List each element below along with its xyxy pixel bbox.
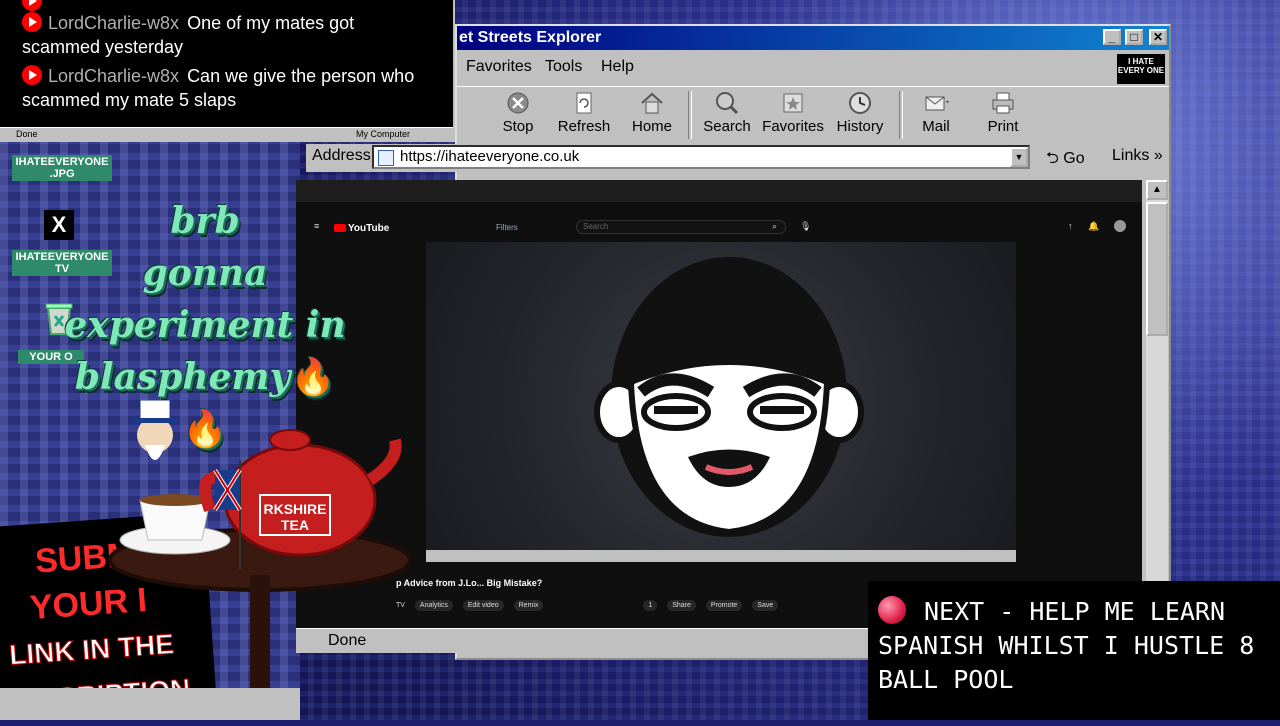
chevron-right-icon: » — [1153, 147, 1163, 164]
menu-help[interactable]: Help — [601, 58, 634, 76]
refresh-icon — [576, 92, 592, 114]
links-label: Links — [1112, 147, 1150, 164]
toolbar-separator — [688, 91, 692, 139]
toolbar: Stop Refresh Home Search Favorites Histo… — [457, 86, 1169, 143]
filters-button[interactable]: Filters — [496, 223, 518, 232]
search-label: Search — [703, 118, 751, 135]
svg-text:TEA: TEA — [281, 517, 309, 533]
desktop-taskbar — [0, 688, 300, 720]
avatar[interactable] — [1114, 220, 1126, 232]
home-button[interactable]: Home — [619, 91, 685, 135]
status-done: Done — [16, 129, 38, 139]
title-bar: et Streets Explorer _ □ ✕ — [457, 26, 1169, 50]
record-dot-icon — [878, 596, 906, 624]
next-banner: NEXT - HELP ME LEARN SPANISH WHILST I HU… — [868, 581, 1280, 720]
home-label: Home — [631, 118, 672, 135]
brb-line: brb — [170, 200, 240, 242]
address-label: Address — [312, 147, 371, 164]
cartoon-face-logo — [594, 257, 864, 537]
stop-icon — [507, 92, 529, 114]
menu-tools[interactable]: Tools — [545, 58, 582, 76]
stop-button[interactable]: Stop — [485, 91, 551, 135]
favorites-button[interactable]: Favorites — [760, 91, 826, 135]
remix-button[interactable]: Remix — [513, 600, 544, 611]
favorites-icon — [783, 93, 803, 113]
scroll-thumb[interactable] — [1146, 202, 1168, 336]
youtube-logo-text: YouTube — [348, 223, 390, 234]
promote-button[interactable]: Promote — [705, 600, 743, 611]
refresh-label: Refresh — [557, 118, 611, 135]
home-icon — [641, 92, 663, 114]
brb-line: experiment in — [64, 304, 346, 346]
menu-favorites[interactable]: Favorites — [466, 58, 532, 76]
status-zone: My Computer — [356, 129, 411, 139]
mail-label: Mail — [922, 118, 950, 135]
next-banner-text: NEXT - HELP ME LEARN SPANISH WHILST I HU… — [878, 597, 1255, 694]
page-content: ≡ YouTube Filters Search ⌕ 🎙 ↑ 🔔 p Advic… — [296, 180, 1142, 628]
print-label: Print — [987, 118, 1019, 135]
print-button[interactable]: Print — [970, 91, 1036, 135]
mail-icon — [925, 96, 949, 111]
microphone-icon[interactable]: 🎙 — [800, 221, 811, 232]
chat-window-status: Done My Computer — [0, 127, 453, 142]
chat-message: LordCharlie-w8x One of my mates got scamm… — [22, 11, 432, 59]
chat-username: LordCharlie-w8x — [48, 13, 180, 33]
history-icon — [849, 92, 871, 114]
video-player[interactable] — [426, 242, 1016, 562]
print-icon — [992, 92, 1014, 114]
youtube-header: ≡ YouTube Filters Search ⌕ 🎙 ↑ 🔔 — [296, 216, 1142, 240]
stop-label: Stop — [502, 118, 534, 135]
address-input[interactable]: https://ihateeveryone.co.uk ▼ — [372, 145, 1030, 169]
inner-browser-chrome — [296, 180, 1142, 202]
youtube-icon — [22, 0, 42, 11]
history-button[interactable]: History — [827, 91, 893, 135]
video-actions: TV Analytics Edit video Remix 1 Share Pr… — [396, 600, 786, 611]
window-title: et Streets Explorer — [459, 29, 602, 46]
desktop-icon-jpg[interactable]: IHATEEVERYONE .JPG — [12, 155, 112, 181]
youtube-icon — [22, 12, 42, 32]
vertical-scrollbar[interactable]: ▲ — [1146, 180, 1168, 628]
upload-icon[interactable]: ↑ — [1068, 221, 1073, 231]
brb-line: blasphemy — [74, 356, 291, 398]
address-url: https://ihateeveryone.co.uk — [400, 148, 580, 165]
scroll-up-button[interactable]: ▲ — [1146, 180, 1168, 200]
maximize-button[interactable]: □ — [1125, 29, 1143, 45]
go-arrow-icon: ⮌ — [1046, 150, 1059, 167]
brand-logo: I HATE EVERY ONE — [1117, 54, 1165, 84]
teapot-table-illustration: RKSHIRE TEA — [108, 400, 412, 720]
refresh-button[interactable]: Refresh — [551, 91, 617, 135]
save-button[interactable]: Save — [752, 600, 779, 611]
chat-message: LordCharlie-w8x Can we give the person wh… — [22, 64, 432, 112]
share-button[interactable]: Share — [667, 600, 696, 611]
youtube-search-input[interactable]: Search — [576, 220, 786, 234]
youtube-icon — [22, 65, 42, 85]
search-icon[interactable]: ⌕ — [772, 221, 777, 232]
go-button[interactable]: ⮌ Go — [1046, 147, 1085, 174]
mail-button[interactable]: Mail — [903, 91, 969, 135]
favorites-label: Favorites — [762, 118, 824, 135]
svg-text:RKSHIRE: RKSHIRE — [263, 501, 326, 517]
address-dropdown-button[interactable]: ▼ — [1010, 147, 1028, 167]
brand-logo-text: I HATE EVERY ONE — [1117, 57, 1165, 75]
links-button[interactable]: Links » — [1112, 147, 1163, 165]
analytics-button[interactable]: Analytics — [414, 600, 453, 611]
search-icon — [716, 92, 739, 115]
video-inner-taskbar — [426, 550, 1016, 562]
chat-username: LordCharlie-w8x — [48, 66, 180, 86]
menu-bar: Favorites Tools Help — [457, 54, 1169, 78]
search-button[interactable]: Search — [694, 91, 760, 135]
address-bar: Address https://ihateeveryone.co.uk ▼ ⮌ … — [306, 144, 1168, 172]
history-label: History — [836, 118, 884, 135]
like-button[interactable]: 1 — [643, 600, 658, 611]
page-icon — [378, 150, 394, 166]
bell-icon[interactable]: 🔔 — [1088, 221, 1099, 232]
close-button[interactable]: ✕ — [1149, 29, 1167, 45]
go-label: Go — [1063, 150, 1085, 167]
edit-video-button[interactable]: Edit video — [462, 600, 504, 611]
chat-overlay: LordCharlie-w8x One of my mates got scamm… — [0, 0, 455, 142]
brb-line: gonna — [142, 252, 268, 294]
minimize-button[interactable]: _ — [1103, 29, 1121, 45]
